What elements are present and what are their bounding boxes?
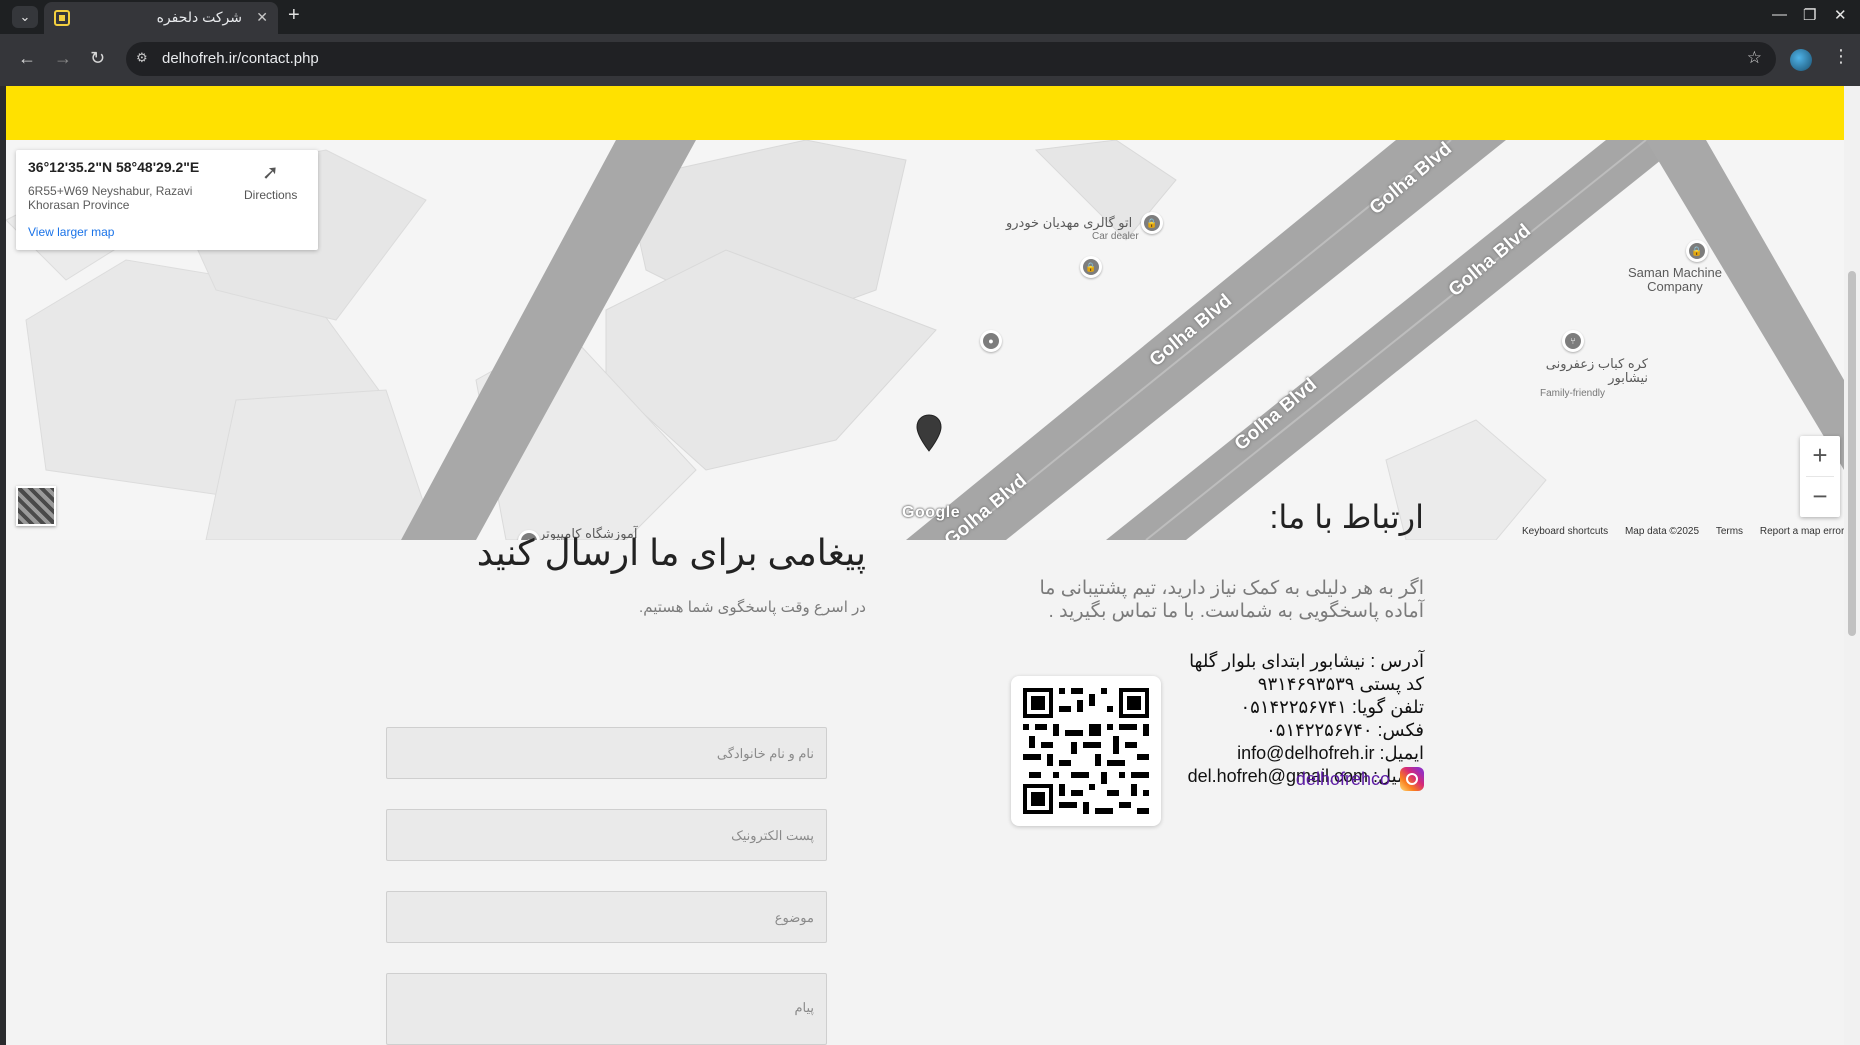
keyboard-shortcuts-link[interactable]: Keyboard shortcuts bbox=[1522, 524, 1608, 540]
poi-label[interactable]: Saman Machine Company bbox=[1620, 266, 1730, 294]
reload-icon[interactable]: ↻ bbox=[90, 48, 105, 69]
chevron-down-icon[interactable]: ⌄ bbox=[12, 6, 38, 28]
close-icon[interactable]: ✕ bbox=[256, 9, 268, 26]
email-link[interactable]: info@delhofreh.ir bbox=[1237, 743, 1374, 763]
browser-tab[interactable]: شرکت دلحفره ✕ bbox=[44, 2, 278, 34]
window-close-icon[interactable]: ✕ bbox=[1834, 6, 1847, 24]
report-error-link[interactable]: Report a map error bbox=[1760, 524, 1844, 540]
poi-pin-icon[interactable]: ● bbox=[980, 330, 1002, 352]
site-favicon-icon bbox=[54, 10, 70, 26]
form-subtitle: در اسرع وقت پاسخگوی شما هستیم. bbox=[639, 599, 866, 616]
browser-toolbar: ← → ↻ ⚙ delhofreh.ir/contact.php ☆ ⋮ bbox=[0, 34, 1860, 86]
map-data-text: Map data ©2025 bbox=[1624, 526, 1700, 537]
zoom-out-button[interactable]: − bbox=[1800, 477, 1840, 517]
restore-icon[interactable]: ❐ bbox=[1803, 6, 1816, 24]
contact-title: ارتباط با ما: bbox=[1269, 499, 1424, 535]
profile-avatar[interactable] bbox=[1790, 49, 1812, 71]
plus-icon[interactable]: + bbox=[288, 4, 300, 27]
email-label: ایمیل: bbox=[1374, 743, 1424, 763]
arrow-right-icon[interactable]: → bbox=[54, 48, 72, 69]
url-text[interactable]: delhofreh.ir/contact.php bbox=[162, 50, 319, 67]
map-address: 6R55+W69 Neyshabur, Razavi Khorasan Prov… bbox=[28, 184, 193, 212]
location-marker-icon[interactable] bbox=[916, 414, 942, 452]
tune-icon[interactable]: ⚙ bbox=[136, 50, 148, 66]
poi-label[interactable]: اتو گالری مهدیان خودرو bbox=[1006, 215, 1132, 231]
instagram-icon[interactable] bbox=[1400, 767, 1424, 791]
star-icon[interactable]: ☆ bbox=[1747, 48, 1762, 68]
view-larger-map-link[interactable]: View larger map bbox=[28, 225, 114, 239]
subject-field[interactable] bbox=[386, 891, 827, 943]
google-logo: Google bbox=[902, 504, 961, 521]
arrow-left-icon[interactable]: ← bbox=[18, 48, 36, 69]
qr-code bbox=[1011, 676, 1161, 826]
message-field[interactable] bbox=[386, 973, 827, 1045]
terms-link[interactable]: Terms bbox=[1716, 524, 1743, 540]
name-field[interactable] bbox=[386, 727, 827, 779]
header-bar bbox=[6, 86, 1844, 140]
email-field[interactable] bbox=[386, 809, 827, 861]
address-text: آدرس : نیشابور ابتدای بلوار گلها bbox=[1189, 651, 1424, 671]
postal-code-text: کد پستی ۹۳۱۴۶۹۳۵۳۹ bbox=[1257, 674, 1424, 694]
minimize-icon[interactable]: — bbox=[1772, 6, 1787, 23]
zoom-control: + − bbox=[1800, 436, 1840, 517]
map-info-card: 36°12'35.2"N 58°48'29.2"E 6R55+W69 Neysh… bbox=[16, 150, 318, 250]
phone-text: تلفن گویا: ۰۵۱۴۲۲۵۶۷۴۱ bbox=[1240, 697, 1424, 717]
tab-strip: ⌄ شرکت دلحفره ✕ + — ❐ ✕ bbox=[0, 0, 1860, 34]
scrollbar-thumb[interactable] bbox=[1848, 271, 1856, 636]
poi-type: Car dealer bbox=[1092, 231, 1139, 242]
qr-code-image bbox=[1021, 686, 1151, 816]
embedded-map[interactable]: Golha Blvd Golha Blvd Golha Blvd Golha B… bbox=[6, 140, 1844, 540]
zoom-in-button[interactable]: + bbox=[1800, 436, 1840, 476]
fax-text: فکس: ۰۵۱۴۲۲۵۶۷۴۰ bbox=[1266, 720, 1424, 740]
contact-description: اگر به هر دلیلی به کمک نیاز دارید، تیم پ… bbox=[1039, 578, 1424, 622]
page-viewport: Golha Blvd Golha Blvd Golha Blvd Golha B… bbox=[6, 86, 1844, 1045]
directions-icon[interactable]: ➚ bbox=[262, 160, 279, 185]
email-row: ایمیل: info@delhofreh.ir bbox=[1150, 742, 1424, 765]
directions-link[interactable]: Directions bbox=[244, 188, 297, 202]
page-scrollbar[interactable] bbox=[1844, 86, 1860, 1045]
instagram-link[interactable]: delhofrehco bbox=[1296, 769, 1390, 790]
poi-pin-icon[interactable]: 🔒 bbox=[1080, 256, 1102, 278]
poi-pin-icon[interactable]: 🔒 bbox=[1686, 240, 1708, 262]
restaurant-icon[interactable]: ⑂ bbox=[1562, 330, 1584, 352]
form-title: پیغامی برای ما ارسال کنید bbox=[476, 532, 866, 573]
poi-label[interactable]: کره کباب زعفرونی نیشابور bbox=[1538, 357, 1648, 385]
map-coordinates: 36°12'35.2"N 58°48'29.2"E bbox=[28, 159, 200, 175]
map-footer: Keyboard shortcuts Map data ©2025 Terms … bbox=[1522, 524, 1844, 540]
poi-pin-icon[interactable]: 🔒 bbox=[1141, 212, 1163, 234]
satellite-toggle-button[interactable] bbox=[16, 486, 56, 526]
poi-type: Family-friendly bbox=[1540, 388, 1606, 399]
address-bar[interactable]: ⚙ delhofreh.ir/contact.php ☆ bbox=[126, 42, 1776, 76]
instagram-row[interactable]: delhofrehco bbox=[1180, 767, 1424, 793]
kebab-menu-icon[interactable]: ⋮ bbox=[1832, 46, 1850, 67]
tab-title: شرکت دلحفره bbox=[156, 9, 242, 25]
